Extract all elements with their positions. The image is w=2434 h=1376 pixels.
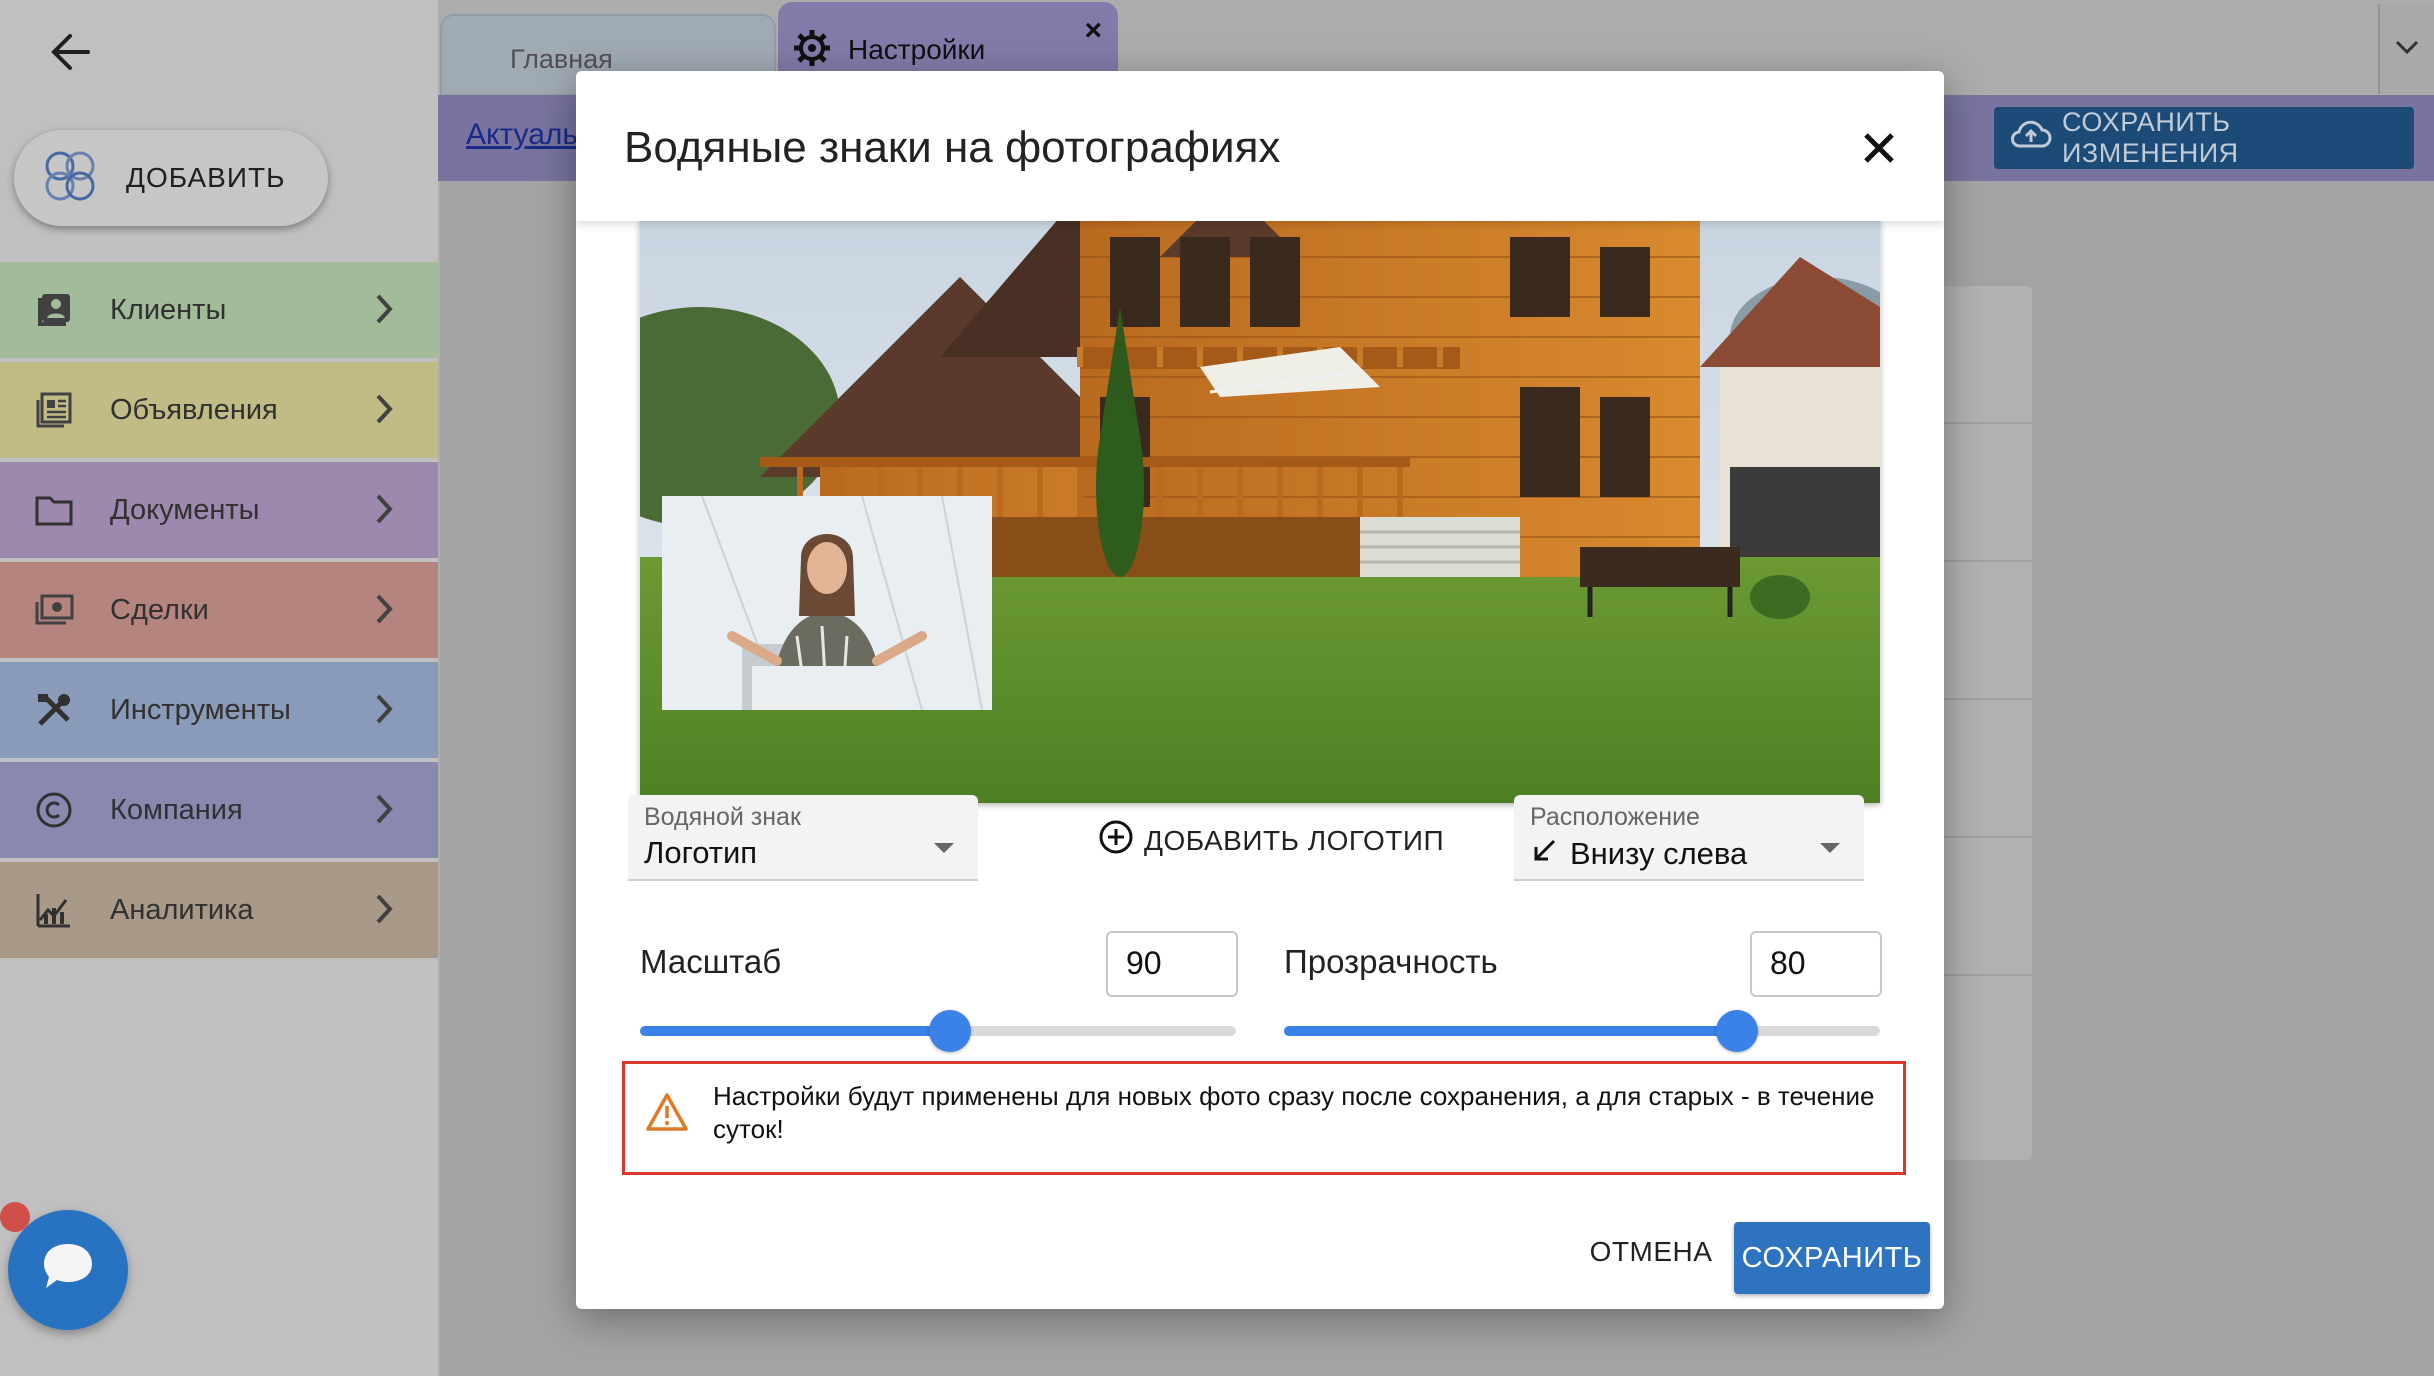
position-caption: Расположение [1530,803,1700,831]
position-value-wrap: Внизу слева [1530,835,1747,873]
position-value: Внизу слева [1570,836,1748,871]
opacity-label: Прозрачность [1284,943,1498,980]
opacity-slider-fill [1284,1026,1737,1036]
watermark-preview-image [662,496,992,710]
scale-label: Масштаб [640,943,782,980]
close-icon[interactable] [1854,123,1904,173]
scale-slider-thumb[interactable] [928,1010,971,1052]
scale-slider-fill [640,1026,950,1036]
warning-icon [645,1092,689,1136]
save-button[interactable]: СОХРАНИТЬ [1734,1222,1930,1294]
scale-input[interactable]: 90 [1106,931,1238,997]
add-logo-label: ДОБАВИТЬ ЛОГОТИП [1144,824,1445,856]
warning-notice: Настройки будут применены для новых фото… [622,1061,1906,1175]
position-select[interactable]: Расположение Внизу слева [1514,795,1864,881]
add-logo-button[interactable]: ДОБАВИТЬ ЛОГОТИП [1098,819,1444,862]
arrow-down-left-icon [1530,835,1570,873]
dropdown-arrow-icon [1820,843,1840,853]
opacity-slider-thumb[interactable] [1715,1010,1758,1052]
cancel-button[interactable]: ОТМЕНА [1566,1219,1736,1285]
opacity-input[interactable]: 80 [1750,931,1882,997]
scale-slider[interactable] [640,1010,1236,1052]
watermark-type-value: Логотип [644,835,758,870]
watermark-type-select[interactable]: Водяной знак Логотип [628,795,978,881]
plus-circle-icon [1098,819,1134,862]
watermark-dialog: Водяные знаки на фотографиях Водяной зна… [576,71,1944,1309]
warning-text: Настройки будут применены для новых фото… [713,1081,1875,1144]
watermark-type-caption: Водяной знак [644,803,801,831]
dropdown-arrow-icon [934,843,954,853]
dialog-title: Водяные знаки на фотографиях [624,123,1281,172]
dialog-header: Водяные знаки на фотографиях [576,71,1944,221]
opacity-slider[interactable] [1284,1010,1880,1052]
